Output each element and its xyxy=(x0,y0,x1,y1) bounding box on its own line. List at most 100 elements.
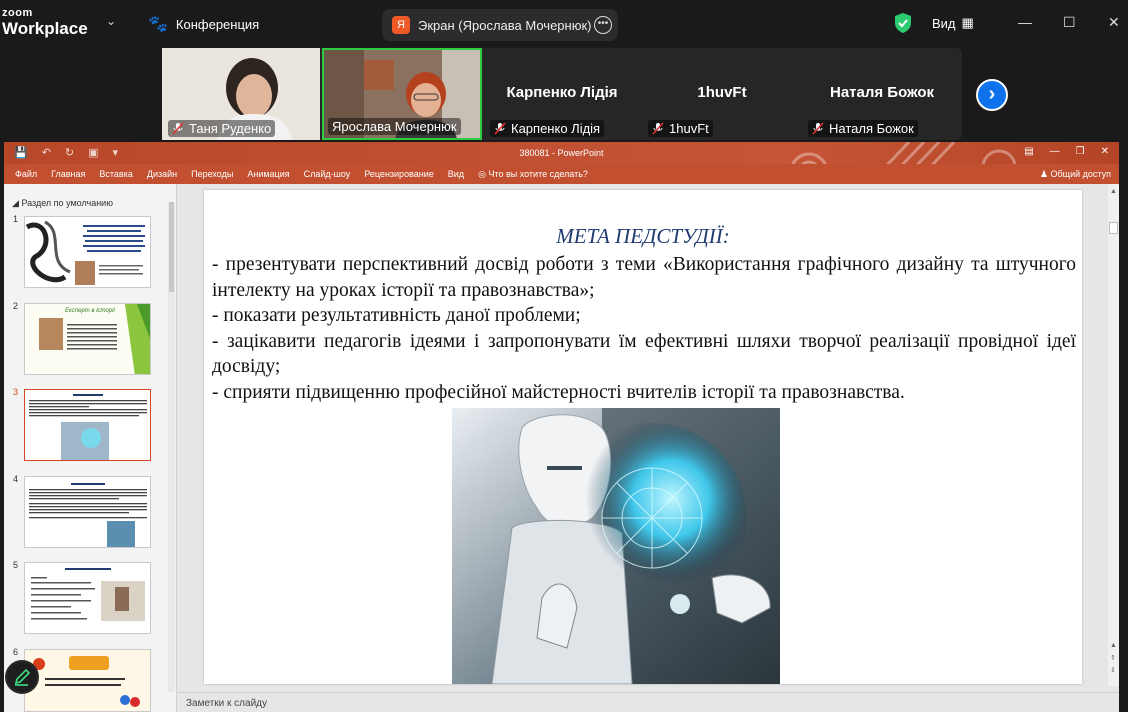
slide-thumbnail-preview xyxy=(31,568,145,621)
notes-placeholder: Заметки к слайду xyxy=(186,698,267,709)
mic-muted-icon xyxy=(494,122,506,135)
slide-thumbnail-1[interactable] xyxy=(24,216,151,288)
share-button[interactable]: ♟ Общий доступ xyxy=(1040,169,1111,180)
slide-thumbnail-6[interactable] xyxy=(24,649,151,712)
browser-app-icon: Я xyxy=(392,16,410,34)
zoom-top-bar: zoom Workplace ⌄ 🐾 Конференция Я Экран (… xyxy=(0,0,1128,48)
slide-thumbnails-pane: ◢ Раздел по умолчанию 1 2 Експерт в істо… xyxy=(4,184,177,712)
section-header[interactable]: ◢ Раздел по умолчанию xyxy=(12,198,113,209)
slide-number: 5 xyxy=(13,560,19,570)
tab-design[interactable]: Дизайн xyxy=(147,169,177,180)
participant-display-name: Наталя Божок xyxy=(830,84,934,101)
slide-number: 2 xyxy=(13,301,19,311)
slide-bullet: - зацікавити педагогів ідеями і запропон… xyxy=(212,330,1076,378)
share-label: Общий доступ xyxy=(1050,169,1111,179)
slide-thumbnail-3[interactable] xyxy=(24,389,151,461)
ppt-minimize-icon[interactable]: — xyxy=(1050,146,1060,157)
annotate-button[interactable] xyxy=(5,660,39,694)
participant-name: 1huvFt xyxy=(669,121,709,136)
slide-thumbnail-preview xyxy=(29,394,147,460)
mic-muted-icon xyxy=(812,122,824,135)
ppt-close-icon[interactable]: ✕ xyxy=(1101,146,1109,157)
more-options-icon[interactable]: ••• xyxy=(594,16,612,34)
maximize-icon[interactable]: ☐ xyxy=(1063,14,1076,31)
participant-name-tag: Наталя Божок xyxy=(808,120,918,137)
meeting-label: Конференция xyxy=(175,16,260,32)
scrollbar-thumb[interactable] xyxy=(1109,222,1118,234)
current-slide[interactable]: МЕТА ПЕДСТУДІЇ: - презентувати перспекти… xyxy=(204,190,1082,684)
tell-me-box[interactable]: ◎ Что вы хотите сделать? xyxy=(478,169,588,180)
minimize-icon[interactable]: — xyxy=(1018,14,1032,30)
screen-share-pill[interactable]: Я Экран (Ярослава Мочернюк) ••• xyxy=(382,9,618,41)
participant-display-name: 1huvFt xyxy=(697,84,747,101)
tab-insert[interactable]: Вставка xyxy=(99,169,132,180)
tab-slideshow[interactable]: Слайд-шоу xyxy=(304,169,351,180)
chevron-right-icon: › xyxy=(988,83,996,105)
share-pill-label: Экран (Ярослава Мочернюк) xyxy=(418,17,592,33)
paw-icon: 🐾 xyxy=(148,16,168,33)
tab-view[interactable]: Вид xyxy=(448,169,464,180)
meeting-info-button[interactable]: 🐾 Конференция xyxy=(148,14,259,34)
slide-thumbnail-preview xyxy=(29,483,147,547)
slide-thumbnail-2[interactable]: Експерт в історіі xyxy=(24,303,151,375)
participant-name-tag: 1huvFt xyxy=(648,120,713,137)
tab-home[interactable]: Главная xyxy=(51,169,85,180)
tab-animations[interactable]: Анимация xyxy=(247,169,289,180)
ppt-ribbon-tabs: Файл Главная Вставка Дизайн Переходы Ани… xyxy=(4,164,1119,184)
slide-notes-pane[interactable]: Заметки к слайду xyxy=(178,692,1119,712)
tab-transitions[interactable]: Переходы xyxy=(191,169,233,180)
slide-vertical-scrollbar[interactable]: ▲ ▲ ⇑ ⇓ xyxy=(1108,184,1119,686)
participant-name-tag: Таня Руденко xyxy=(168,120,276,137)
tab-file[interactable]: Файл xyxy=(15,169,37,180)
mic-muted-icon xyxy=(652,122,664,135)
scroll-up-icon[interactable]: ▲ xyxy=(1110,188,1117,195)
participant-name-tag: Ярослава Мочернюк xyxy=(328,118,461,135)
thumbnail-slide-title: Експерт в історіі xyxy=(65,308,115,314)
security-shield-icon[interactable] xyxy=(893,12,913,34)
slide-thumbnail-5[interactable] xyxy=(24,562,151,634)
view-button[interactable]: Вид ▦ xyxy=(932,15,974,31)
ribbon-tab-list: Файл Главная Вставка Дизайн Переходы Ани… xyxy=(15,169,602,180)
thumbnails-scrollbar[interactable] xyxy=(168,202,175,692)
scrollbar-thumb[interactable] xyxy=(169,202,174,292)
slide-number-selected: 3 xyxy=(13,387,19,397)
participant-tile[interactable]: Карпенко Лідія Карпенко Лідія xyxy=(484,48,640,140)
tell-me-placeholder: Что вы хотите сделать? xyxy=(488,169,588,179)
view-label: Вид xyxy=(932,15,956,31)
person-icon: ♟ xyxy=(1039,169,1049,179)
next-participants-button[interactable]: › xyxy=(976,79,1008,111)
scroll-up-icon[interactable]: ▲ xyxy=(1110,642,1117,649)
slide-thumbnail-preview xyxy=(25,220,145,285)
slide-title[interactable]: МЕТА ПЕДСТУДІЇ: xyxy=(204,224,1082,249)
tab-review[interactable]: Рецензирование xyxy=(364,169,434,180)
participant-strip: Таня Руденко Ярослава Мочернюк Карпенко … xyxy=(162,48,962,140)
ai-robot-image[interactable] xyxy=(452,408,780,684)
zoom-logo-line1: zoom xyxy=(2,7,33,19)
ppt-restore-icon[interactable]: ❐ xyxy=(1076,146,1085,157)
lightbulb-icon: ◎ xyxy=(478,169,486,179)
grid-view-icon: ▦ xyxy=(961,15,974,30)
slide-bullet: - сприяти підвищенню професійної майстер… xyxy=(212,381,905,403)
participant-name: Таня Руденко xyxy=(189,121,272,136)
next-slide-icon[interactable]: ⇓ xyxy=(1110,666,1116,674)
participant-tile[interactable]: Таня Руденко xyxy=(162,48,320,140)
slide-number: 1 xyxy=(13,214,19,224)
participant-display-name: Карпенко Лідія xyxy=(506,84,618,101)
slide-number: 4 xyxy=(13,474,19,484)
slide-body-text[interactable]: - презентувати перспективний досвід робо… xyxy=(212,252,1076,405)
participant-tile[interactable]: Наталя Божок Наталя Божок xyxy=(802,48,962,140)
slide-bullet: - презентувати перспективний досвід робо… xyxy=(212,254,1076,301)
slide-thumbnail-preview: Експерт в історіі xyxy=(25,304,150,374)
slide-bullet: - показати результативність даної пробле… xyxy=(212,305,581,326)
slide-number: 6 xyxy=(13,647,19,657)
participant-tile-active-speaker[interactable]: Ярослава Мочернюк xyxy=(322,48,482,140)
chevron-down-icon[interactable]: ⌄ xyxy=(106,14,116,28)
slide-thumbnail-4[interactable] xyxy=(24,476,151,548)
participant-name-tag: Карпенко Лідія xyxy=(490,120,605,137)
powerpoint-window: 💾 ↶ ↻ ▣ ▾ 380081 - PowerPoint ▤ — ❐ ✕ Фа… xyxy=(4,142,1119,712)
close-icon[interactable]: ✕ xyxy=(1108,14,1120,31)
previous-slide-icon[interactable]: ⇑ xyxy=(1110,654,1116,662)
participant-tile[interactable]: 1huvFt 1huvFt xyxy=(642,48,802,140)
zoom-window: zoom Workplace ⌄ 🐾 Конференция Я Экран (… xyxy=(0,0,1128,712)
mic-muted-icon xyxy=(172,122,184,135)
